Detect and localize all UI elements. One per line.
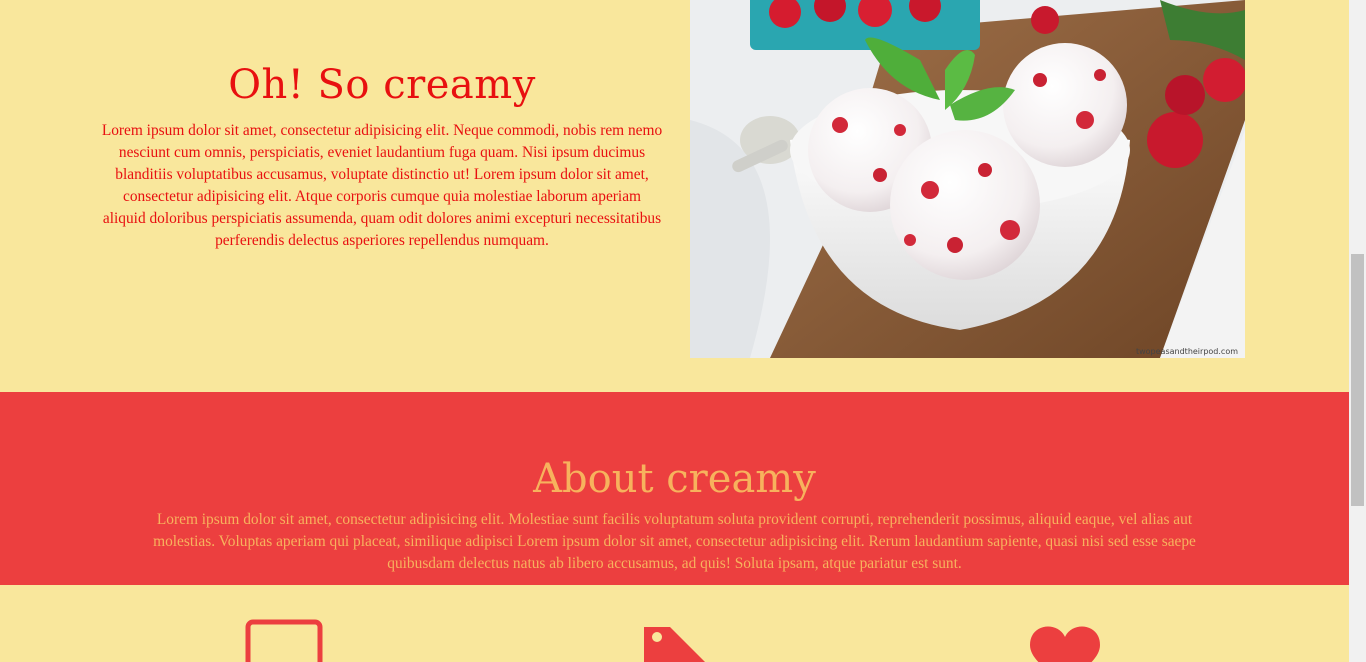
- about-paragraph: Lorem ipsum dolor sit amet, consectetur …: [153, 511, 1196, 572]
- hero-paragraph: Lorem ipsum dolor sit amet, consectetur …: [101, 122, 663, 249]
- about-title: About creamy: [533, 456, 816, 502]
- image-credit: twopeasandtheirpod.com: [1136, 347, 1238, 356]
- vertical-scrollbar[interactable]: [1349, 0, 1366, 662]
- features-section: [0, 585, 1349, 662]
- ice-cream-image: twopeasandtheirpod.com: [690, 0, 1245, 358]
- page: Oh! So creamy Lorem ipsum dolor sit amet…: [0, 0, 1349, 662]
- tag-icon: [640, 623, 710, 662]
- hero-text-block: Oh! So creamy Lorem ipsum dolor sit amet…: [100, 60, 664, 252]
- about-section: About creamy Lorem ipsum dolor sit amet,…: [0, 392, 1349, 585]
- laptop-icon: [245, 619, 325, 662]
- hero-section: Oh! So creamy Lorem ipsum dolor sit amet…: [0, 0, 1349, 392]
- hero-title: Oh! So creamy: [228, 62, 536, 108]
- scrollbar-thumb[interactable]: [1351, 254, 1364, 506]
- heart-icon: [1028, 623, 1102, 662]
